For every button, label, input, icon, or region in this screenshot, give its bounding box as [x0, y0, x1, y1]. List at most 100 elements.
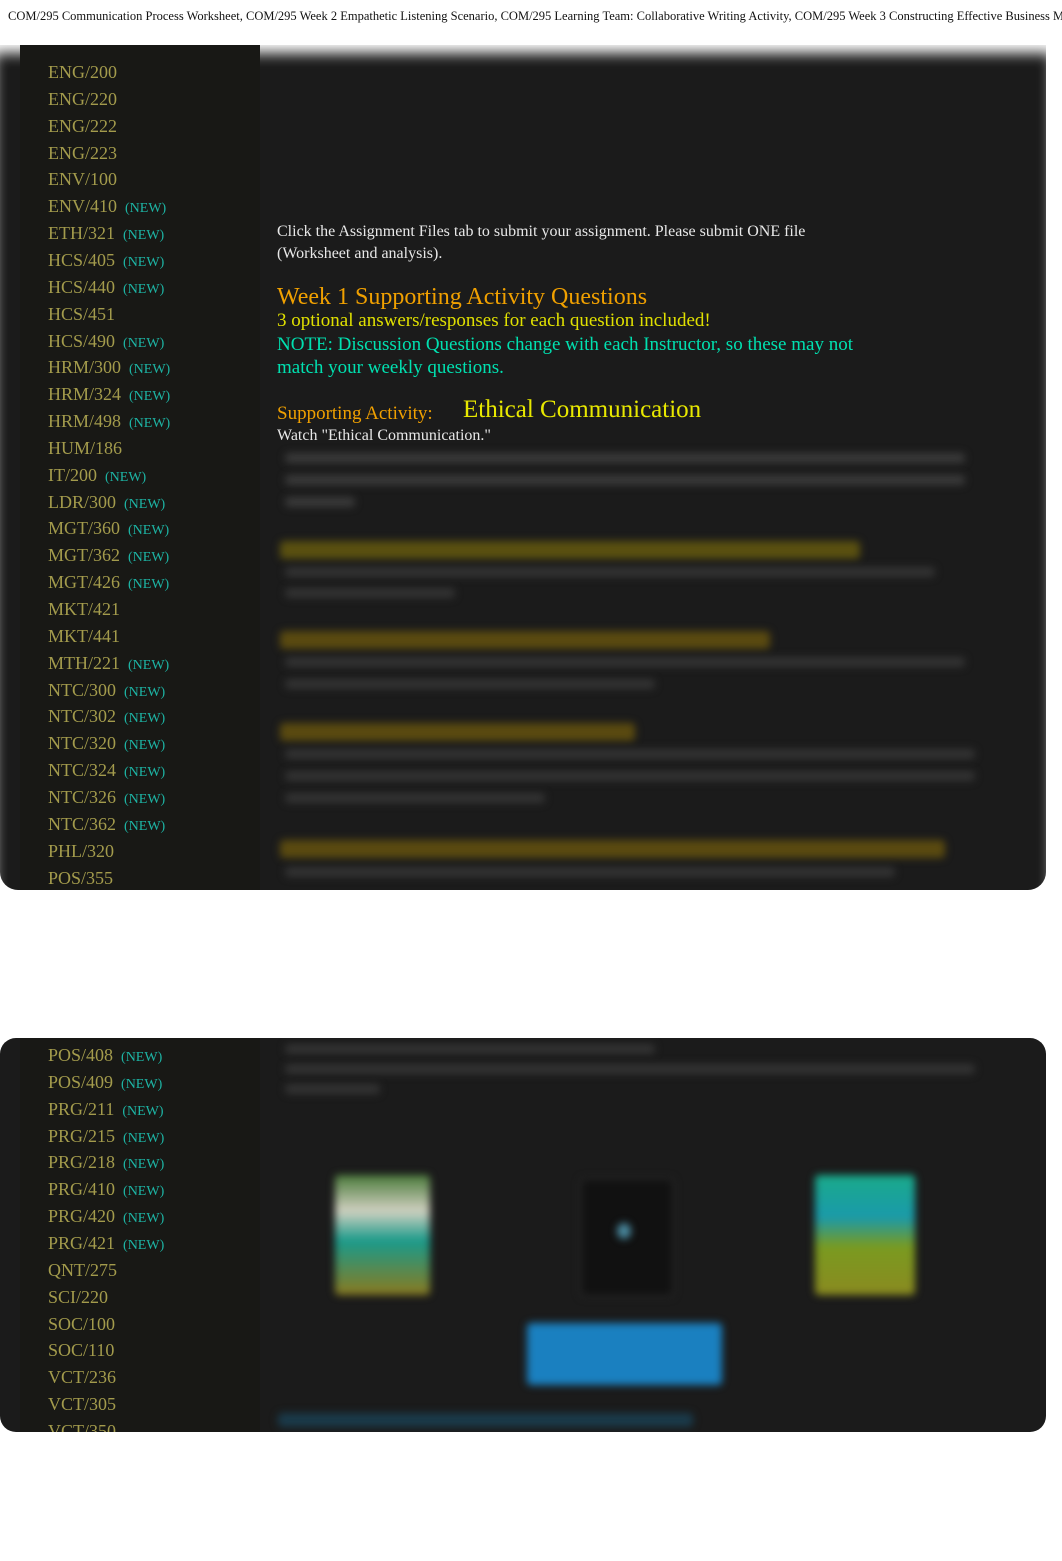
activity-description: Watch "Ethical Communication." — [277, 427, 491, 444]
sidebar-item[interactable]: PRG/420 (NEW) — [48, 1206, 164, 1227]
sidebar-item[interactable]: HCS/405 (NEW) — [48, 250, 164, 271]
sidebar-item[interactable]: NTC/326 (NEW) — [48, 787, 165, 808]
sidebar-item-label: NTC/302 — [48, 706, 117, 727]
blurred-text — [285, 657, 965, 667]
sidebar-item[interactable]: PRG/410 (NEW) — [48, 1179, 164, 1200]
section-heading: Week 1 Supporting Activity Questions — [277, 284, 648, 310]
sidebar-item[interactable]: ENG/220 — [48, 89, 117, 110]
sidebar-item-label: MKT/421 — [48, 599, 120, 619]
blurred-text — [285, 497, 355, 507]
sidebar-item[interactable]: PHL/320 — [48, 841, 114, 862]
new-badge: (NEW) — [124, 496, 166, 512]
sidebar-item-label: LDR/300 — [48, 491, 117, 512]
sidebar-item[interactable]: ENV/410 (NEW) — [48, 196, 166, 217]
sidebar-item[interactable]: MKT/441 — [48, 626, 120, 647]
sidebar-item[interactable]: HCS/490 (NEW) — [48, 331, 164, 352]
sidebar-item-label: PRG/410 — [48, 1179, 116, 1200]
sidebar-item[interactable]: POS/408 (NEW) — [48, 1045, 162, 1066]
sidebar-item-label: HCS/440 — [48, 276, 116, 297]
blurred-text — [285, 588, 455, 598]
sidebar-item[interactable]: NTC/324 (NEW) — [48, 760, 165, 781]
sidebar-item[interactable]: NTC/302 (NEW) — [48, 706, 165, 727]
sidebar-item[interactable]: SOC/110 — [48, 1340, 114, 1361]
activity-label: Supporting Activity: — [277, 403, 433, 424]
blurred-text — [285, 1044, 655, 1054]
sidebar-item[interactable]: MGT/360 (NEW) — [48, 518, 169, 539]
product-image[interactable] — [815, 1175, 915, 1295]
sidebar-item[interactable]: POS/409 (NEW) — [48, 1072, 162, 1093]
sidebar-item-label: PRG/421 — [48, 1232, 116, 1253]
sidebar-item-label: PRG/420 — [48, 1206, 116, 1227]
sidebar-item[interactable]: SOC/100 — [48, 1314, 115, 1335]
sidebar-item[interactable]: ENG/223 — [48, 143, 117, 164]
sidebar-item[interactable]: ENG/200 — [48, 62, 117, 83]
sidebar-item[interactable]: ENV/100 — [48, 169, 117, 190]
new-badge: (NEW) — [129, 416, 171, 432]
product-image[interactable] — [335, 1175, 430, 1295]
blurred-heading — [280, 723, 635, 741]
sidebar-item[interactable]: ENG/222 — [48, 116, 117, 137]
sidebar-item[interactable]: PRG/211 (NEW) — [48, 1099, 164, 1120]
sidebar-item[interactable]: VCT/236 — [48, 1367, 116, 1388]
sidebar-item-label: HRM/300 — [48, 357, 122, 378]
blurred-text — [285, 475, 965, 485]
buy-now-button[interactable] — [527, 1323, 722, 1385]
sidebar-item[interactable]: MKT/421 — [48, 599, 120, 620]
sidebar-item[interactable]: NTC/362 (NEW) — [48, 814, 165, 835]
optional-note: 3 optional answers/responses for each qu… — [277, 310, 711, 331]
sidebar-item[interactable]: HUM/186 — [48, 438, 122, 459]
sidebar-item-label: POS/355 — [48, 867, 114, 888]
blurred-heading — [280, 840, 945, 858]
sidebar-item[interactable]: HCS/440 (NEW) — [48, 277, 164, 298]
new-badge: (NEW) — [123, 281, 165, 297]
sidebar-item-label: SOC/100 — [48, 1313, 116, 1334]
new-badge: (NEW) — [124, 818, 166, 834]
sidebar-item[interactable]: MGT/362 (NEW) — [48, 545, 169, 566]
sidebar-item-label: HCS/405 — [48, 249, 116, 270]
sidebar-item[interactable]: HRM/300 (NEW) — [48, 357, 170, 378]
blurred-text — [285, 1084, 380, 1094]
new-badge: (NEW) — [105, 469, 147, 485]
sidebar-item[interactable]: NTC/320 (NEW) — [48, 733, 165, 754]
instructions-line: (Worksheet and analysis). — [277, 245, 443, 262]
sidebar-item[interactable]: POS/355 — [48, 868, 113, 889]
sidebar-item-label: ENG/200 — [48, 62, 117, 82]
sidebar-item[interactable]: PRG/218 (NEW) — [48, 1152, 164, 1173]
sidebar-item-label: VCT/305 — [48, 1394, 117, 1415]
sidebar-item[interactable]: LDR/300 (NEW) — [48, 492, 165, 513]
sidebar-item[interactable]: QNT/275 — [48, 1260, 117, 1281]
play-icon[interactable] — [617, 1223, 631, 1239]
note-line: match your weekly questions. — [277, 357, 504, 378]
sidebar-item[interactable]: HRM/498 (NEW) — [48, 411, 170, 432]
sidebar-item[interactable]: VCT/305 — [48, 1394, 116, 1415]
sidebar-item-label: VCT/236 — [48, 1367, 117, 1388]
new-badge: (NEW) — [124, 765, 166, 781]
activity-title[interactable]: Ethical Communication — [463, 396, 701, 424]
new-badge: (NEW) — [124, 684, 166, 700]
new-badge: (NEW) — [129, 389, 171, 405]
sidebar-item[interactable]: SCI/220 — [48, 1287, 108, 1308]
sidebar-item[interactable]: MTH/221 (NEW) — [48, 653, 169, 674]
sidebar-item[interactable]: IT/200 (NEW) — [48, 465, 146, 486]
sidebar-item-label: ENG/222 — [48, 115, 117, 136]
sidebar-item-label: MGT/360 — [48, 518, 120, 539]
blurred-link[interactable] — [278, 1413, 693, 1427]
sidebar-item-label: MKT/441 — [48, 625, 120, 646]
sidebar-item-label: SCI/220 — [48, 1286, 109, 1307]
sidebar-item[interactable]: HCS/451 — [48, 304, 115, 325]
sidebar-item[interactable]: PRG/421 (NEW) — [48, 1233, 164, 1254]
sidebar-item[interactable]: VCT/350 — [48, 1421, 116, 1432]
sidebar-item[interactable]: NTC/300 (NEW) — [48, 680, 165, 701]
new-badge: (NEW) — [122, 1103, 164, 1119]
sidebar-item-label: PRG/215 — [48, 1125, 116, 1146]
new-badge: (NEW) — [123, 228, 165, 244]
sidebar-item-label: ENG/223 — [48, 142, 117, 163]
new-badge: (NEW) — [121, 1076, 163, 1092]
sidebar-item[interactable]: MGT/426 (NEW) — [48, 572, 169, 593]
sidebar-item-label: HCS/490 — [48, 330, 116, 351]
new-badge: (NEW) — [123, 1157, 165, 1173]
sidebar-item[interactable]: ETH/321 (NEW) — [48, 223, 164, 244]
sidebar-item-label: NTC/300 — [48, 679, 117, 700]
sidebar-item[interactable]: HRM/324 (NEW) — [48, 384, 170, 405]
sidebar-item[interactable]: PRG/215 (NEW) — [48, 1126, 164, 1147]
